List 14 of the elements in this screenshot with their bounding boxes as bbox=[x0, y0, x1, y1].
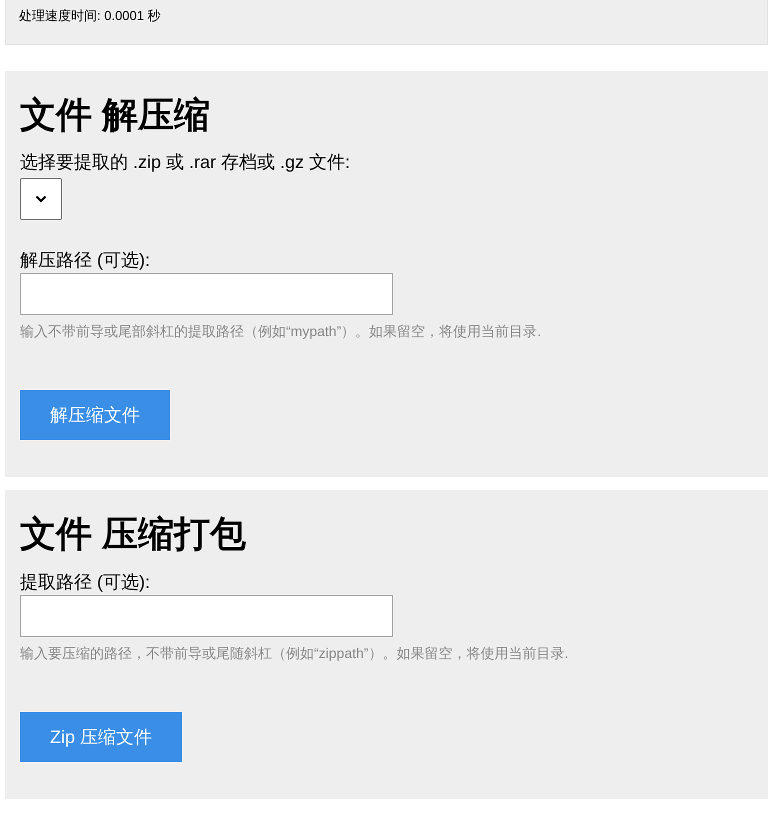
submit-button[interactable]: Zip 压缩文件 bbox=[20, 712, 182, 762]
section-title: 文件 压缩打包 bbox=[20, 512, 248, 556]
help-text: 输入要压缩的路径，不带前导或尾随斜杠（例如“zippath”）。如果留空，将使用当前目录. bbox=[20, 644, 570, 664]
chevron-down-icon bbox=[35, 194, 47, 203]
file-select[interactable] bbox=[20, 178, 62, 220]
processing-time-text: 处理速度时间: 0.0001 秒 bbox=[19, 8, 161, 23]
path-input-field[interactable] bbox=[20, 595, 393, 638]
field-label: 解压路径 (可选): bbox=[20, 250, 151, 272]
section-title: 文件 解压缩 bbox=[20, 93, 212, 136]
field-label: 选择要提取的 .zip 或 .rar 存档或 .gz 文件: bbox=[20, 152, 352, 174]
field-label: 提取路径 (可选): bbox=[20, 572, 151, 594]
path-input-field[interactable] bbox=[20, 273, 393, 316]
help-text: 输入不带前导或尾部斜杠的提取路径（例如“mypath”）。如果留空，将使用当前目录. bbox=[20, 322, 542, 342]
submit-button[interactable]: 解压缩文件 bbox=[20, 390, 170, 440]
